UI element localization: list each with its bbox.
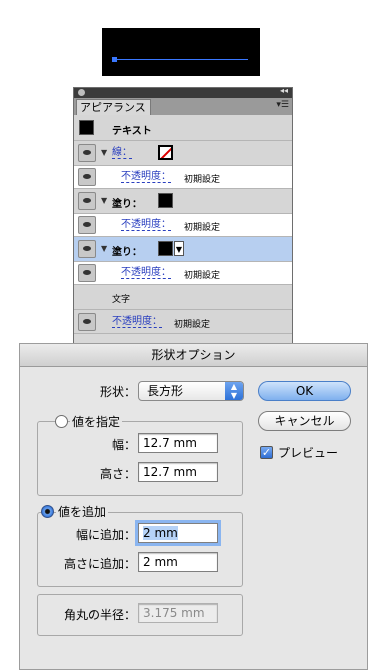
close-icon[interactable] (78, 89, 85, 96)
eye-icon[interactable] (78, 240, 96, 258)
corner-radius-input: 3.175 mm (138, 603, 218, 623)
height-label: 高さ： (99, 467, 136, 481)
fill-opacity-row[interactable]: 不透明度： 初期設定 (74, 262, 292, 285)
eye-icon[interactable] (78, 264, 96, 282)
opacity-value: 初期設定 (184, 271, 221, 281)
fill-label: 塗り： (112, 199, 142, 210)
opacity-value: 初期設定 (174, 320, 211, 330)
collapse-icon[interactable]: ◂◂ (280, 86, 288, 95)
disclosure-triangle-icon[interactable]: ▼ (101, 148, 107, 157)
relative-radio[interactable] (41, 505, 54, 518)
preview-label: プレビュー (278, 446, 339, 460)
eye-icon[interactable] (78, 216, 96, 234)
opacity-link[interactable]: 不透明度： (121, 219, 171, 231)
text-swatch (79, 120, 94, 135)
dialog-title[interactable]: 形状オプション (20, 344, 367, 367)
fill-swatch[interactable] (158, 241, 173, 256)
extra-width-label: 幅に追加： (75, 528, 136, 542)
extra-height-input[interactable]: 2 mm (138, 552, 218, 572)
opacity-link[interactable]: 不透明度： (121, 267, 171, 279)
stroke-none-swatch[interactable] (158, 145, 173, 160)
opacity-link[interactable]: 不透明度： (121, 171, 171, 183)
fill-row[interactable]: ▼ 塗り： (74, 189, 292, 214)
tab-appearance[interactable]: アピアランス (76, 99, 151, 115)
ok-button[interactable]: OK (258, 381, 351, 401)
shape-label: 形状： (99, 385, 136, 399)
eye-icon[interactable] (78, 144, 96, 162)
appearance-panel: ◂◂ アピアランス ▾☰ テキスト ▼ 線： 不透明度： 初期設定 ▼ 塗り： … (73, 86, 293, 349)
shape-select[interactable]: 長方形 ▲ ▼ (138, 381, 244, 401)
relative-legend: 値を追加 (56, 503, 109, 520)
opacity-value: 初期設定 (184, 175, 221, 185)
eye-icon[interactable] (78, 168, 96, 186)
cancel-button[interactable]: キャンセル (258, 411, 351, 431)
shape-select-value: 長方形 (147, 384, 184, 398)
fill-swatch[interactable] (158, 193, 173, 208)
panel-tabbar: アピアランス ▾☰ (74, 98, 292, 115)
object-opacity-row[interactable]: 不透明度： 初期設定 (74, 310, 292, 334)
absolute-radio[interactable] (55, 415, 68, 428)
corner-radius-label: 角丸の半径： (63, 608, 136, 622)
swatch-dropdown-icon[interactable]: ▼ (174, 241, 184, 256)
height-input[interactable]: 12.7 mm (138, 462, 218, 482)
extra-width-input[interactable]: 2 mm (138, 523, 218, 543)
text-row[interactable]: テキスト (74, 115, 292, 141)
selected-path-line[interactable] (114, 59, 248, 60)
disclosure-triangle-icon[interactable]: ▼ (101, 196, 107, 205)
opacity-link[interactable]: 不透明度： (112, 316, 162, 328)
width-label: 幅： (111, 438, 136, 452)
eye-icon[interactable] (78, 192, 96, 210)
extra-height-label: 高さに追加： (63, 557, 136, 571)
updown-arrows-icon: ▲ ▼ (225, 382, 243, 400)
absolute-legend: 値を指定 (70, 413, 123, 430)
fill-label: 塗り： (112, 247, 142, 258)
preview-checkbox[interactable]: ✓ (260, 446, 273, 459)
shape-options-dialog: 形状オプション 形状： 長方形 ▲ ▼ OK キャンセル ✓ プレビュー 値を指定… (19, 343, 368, 670)
extra-width-value: 2 mm (143, 526, 178, 540)
characters-label: 文字 (112, 295, 131, 305)
fill-row-selected[interactable]: ▼ 塗り： ▼ (74, 237, 292, 262)
panel-titlebar[interactable]: ◂◂ (74, 86, 292, 98)
width-input[interactable]: 12.7 mm (138, 433, 218, 453)
text-row-label: テキスト (112, 126, 152, 137)
panel-menu-icon[interactable]: ▾☰ (276, 100, 289, 110)
artboard-preview (102, 28, 260, 76)
disclosure-triangle-icon[interactable]: ▼ (101, 244, 107, 253)
opacity-value: 初期設定 (184, 223, 221, 233)
stroke-label[interactable]: 線： (112, 147, 132, 159)
stroke-opacity-row[interactable]: 不透明度： 初期設定 (74, 166, 292, 189)
anchor-point[interactable] (112, 57, 117, 62)
fill-opacity-row[interactable]: 不透明度： 初期設定 (74, 214, 292, 237)
eye-icon[interactable] (78, 313, 96, 331)
stroke-row[interactable]: ▼ 線： (74, 141, 292, 166)
characters-row[interactable]: 文字 (74, 285, 292, 310)
